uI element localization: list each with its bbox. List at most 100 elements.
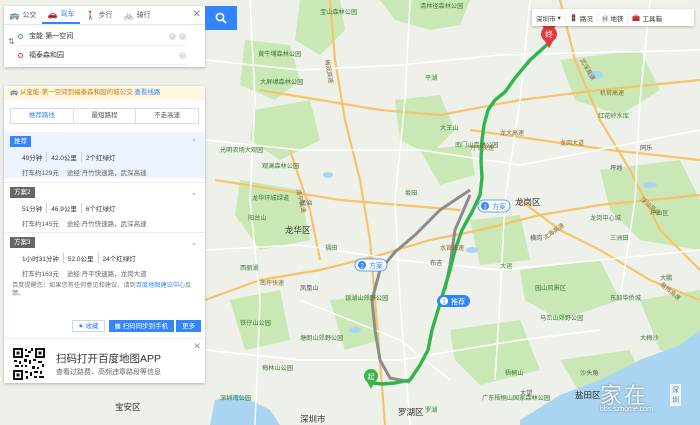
route-plans-panel: 🚌 从宝能·第一空间到福泰森和园的城公交 查看线路 推荐路线 最短路程 不走高速… xyxy=(4,86,205,383)
place-label: 深圳湾公园 xyxy=(220,394,251,402)
chevron-up-icon[interactable]: ⌃ xyxy=(191,138,197,146)
chevron-down-icon[interactable]: ⌄ xyxy=(191,189,197,197)
watermark: 家在 深圳 bbs.szhome.com xyxy=(600,384,681,413)
district-label: 罗湖区 xyxy=(398,407,424,417)
start-dot-icon xyxy=(18,33,23,39)
place-label: 塘朗山郊野公园 xyxy=(300,334,343,342)
place-label: 大运 xyxy=(500,262,512,270)
close-icon[interactable]: ✕ xyxy=(193,9,201,20)
place-label: 阳台山 xyxy=(248,214,267,222)
district-label: 龙华区 xyxy=(285,225,311,235)
road-label: 南坪快速 xyxy=(260,279,284,287)
route-input-group: ⇅ 宝能·第一空间 × + 福泰森和园 × xyxy=(4,25,205,67)
mode-bus[interactable]: 🚌 公交 xyxy=(4,6,42,24)
feedback-tip: 百度提醒您：如果您有任何意见和建议，请到百度地图建议中心反馈。 xyxy=(12,282,192,297)
place-label: 布吉 xyxy=(430,259,442,267)
feedback-link[interactable]: 百度地图建议中心 xyxy=(136,282,186,289)
route-panel: 🚌 公交 🚗 驾车 🚶 步行 🚲 骑行 ✕ ⇅ 宝能·第一空间 × + 福泰森和园 × xyxy=(4,6,205,67)
favorite-button[interactable]: ★ 收藏 xyxy=(72,320,105,332)
place-label: 大梅沙 xyxy=(640,334,659,342)
qr-code-icon xyxy=(12,347,46,381)
place-label: 大王山 xyxy=(440,124,459,132)
tab-no-highway[interactable]: 不走高速 xyxy=(136,109,198,123)
place-label: 银湖山郊野公园 xyxy=(345,294,388,302)
walk-icon: 🚶 xyxy=(85,10,96,20)
clear-start-icon[interactable]: × xyxy=(169,32,176,40)
star-icon: ★ xyxy=(78,323,84,330)
place-label: 东部华侨城 xyxy=(610,294,641,302)
place-label: 坂田 xyxy=(405,189,417,197)
route-tag-plan2[interactable]: 2 方案 xyxy=(354,258,388,272)
mode-drive[interactable]: 🚗 驾车 xyxy=(42,6,80,24)
route-tag-plan3[interactable]: 3 方案 xyxy=(477,199,511,213)
place-label: 凤凰山 xyxy=(300,284,319,292)
road-label: 龙大高速 xyxy=(500,129,524,137)
map-toolbar: 深圳市 ▾ 🚦 路况 Ⓜ 地铁 🧰 工具箱 xyxy=(532,9,694,26)
place-label: 宝山森林公园 xyxy=(320,8,357,16)
clear-end-icon[interactable]: × xyxy=(179,51,186,59)
place-label: 铁仔山公园 xyxy=(240,319,271,327)
app-promo: 扫码打开百度地图APP 查看过路费、高频违章路段等信息 ✕ xyxy=(4,338,205,384)
traffic-button[interactable]: 🚦 路况 xyxy=(566,12,598,23)
send-to-phone-button[interactable]: ▦ 扫码同步到手机 xyxy=(108,320,175,332)
plan-item-1[interactable]: 推荐 ⌃ 49分钟 42.0公里 2个红绿灯 打车约129元 途经:丹竹快速路，武深高速 xyxy=(4,132,205,178)
add-waypoint-icon[interactable]: + xyxy=(179,32,186,40)
plan-tabs: 推荐路线 最短路程 不走高速 xyxy=(10,108,199,124)
toolbox-button[interactable]: 🧰 工具箱 xyxy=(628,12,666,23)
promo-subtitle: 查看过路费、高频违章路段等信息 xyxy=(56,369,161,376)
road-label: 水官高速 xyxy=(440,244,464,252)
mode-walk[interactable]: 🚶 步行 xyxy=(80,6,118,24)
place-label: 清林径森林公园 xyxy=(420,2,463,10)
place-label: 罗湖 xyxy=(425,406,437,414)
tab-recommended[interactable]: 推荐路线 xyxy=(11,109,74,123)
qr-small-icon: ▦ xyxy=(114,323,121,330)
close-promo-icon[interactable]: ✕ xyxy=(193,341,201,352)
start-field[interactable]: 宝能·第一空间 × + xyxy=(18,27,186,46)
search-button[interactable] xyxy=(205,6,237,30)
place-label: 龙岗中心城 xyxy=(590,214,621,222)
toolbox-icon: 🧰 xyxy=(632,14,641,22)
district-label: 深圳市 xyxy=(300,414,326,424)
road-label: 龙岗大道 xyxy=(560,139,584,147)
traffic-icon: 🚦 xyxy=(569,14,578,22)
place-label: 大望 xyxy=(520,389,532,397)
bus-note-icon: 🚌 xyxy=(10,89,19,96)
place-label: 西丽湖 xyxy=(240,264,259,272)
promo-title: 扫码打开百度地图APP xyxy=(56,353,162,365)
transit-note: 🚌 从宝能·第一空间到福泰森和园的城公交 查看线路 xyxy=(4,86,205,100)
place-label: 平湖 xyxy=(425,74,437,82)
plan-item-3[interactable]: 方案3 ⌄ 1小时31分钟 52.0公里 24个红绿灯 打车约163元 途经:丹平快速路… xyxy=(4,232,205,279)
more-button[interactable]: 更多 xyxy=(176,320,202,332)
place-label: 福田 xyxy=(325,244,337,252)
route-tag-recommend[interactable]: 1 推荐 xyxy=(437,295,470,307)
city-selector[interactable]: 深圳市 ▾ xyxy=(532,12,566,23)
svg-text:方案: 方案 xyxy=(369,261,383,270)
road-label: 丹平快速 xyxy=(470,144,494,152)
place-label: 梧桐山 xyxy=(505,369,524,377)
place-label: 红花岭水库 xyxy=(598,112,629,120)
chevron-down-icon[interactable]: ⌄ xyxy=(191,239,197,247)
road-label: 机荷高速 xyxy=(600,89,624,97)
place-label: 沙头角 xyxy=(580,369,599,377)
mode-bike[interactable]: 🚲 骑行 xyxy=(118,6,156,24)
chevron-down-icon: ▾ xyxy=(557,14,561,22)
subway-button[interactable]: Ⓜ 地铁 xyxy=(598,12,629,23)
action-buttons: ★ 收藏 ▦ 扫码同步到手机 更多 xyxy=(72,320,202,332)
place-label: 广东梧桐山国家森林公园 xyxy=(482,394,550,402)
end-input[interactable]: 福泰森和园 xyxy=(29,50,176,60)
bike-icon: 🚲 xyxy=(123,10,134,20)
svg-text:起: 起 xyxy=(368,373,375,381)
tab-shortest[interactable]: 最短路程 xyxy=(74,109,137,123)
place-label: 坪地 xyxy=(610,164,622,172)
place-label: 黄牛埔森林公园 xyxy=(258,50,301,58)
start-input[interactable]: 宝能·第一空间 xyxy=(29,31,166,41)
plan-item-2[interactable]: 方案2 ⌄ 51分钟 46.9公里 6个红绿灯 打车约145元 途经:丹竹快速路，武深高… xyxy=(4,182,205,229)
swap-icon[interactable]: ⇅ xyxy=(8,37,15,46)
district-label: 宝安区 xyxy=(115,402,141,412)
place-label: 三洲田 xyxy=(610,235,629,242)
place-label: 马峦山郊野公园 xyxy=(540,314,583,322)
place-label: 光明农场大观园 xyxy=(220,146,263,154)
end-field[interactable]: 福泰森和园 × xyxy=(18,46,186,65)
view-transit-link[interactable]: 查看线路 xyxy=(134,89,160,96)
end-dot-icon xyxy=(18,52,23,58)
